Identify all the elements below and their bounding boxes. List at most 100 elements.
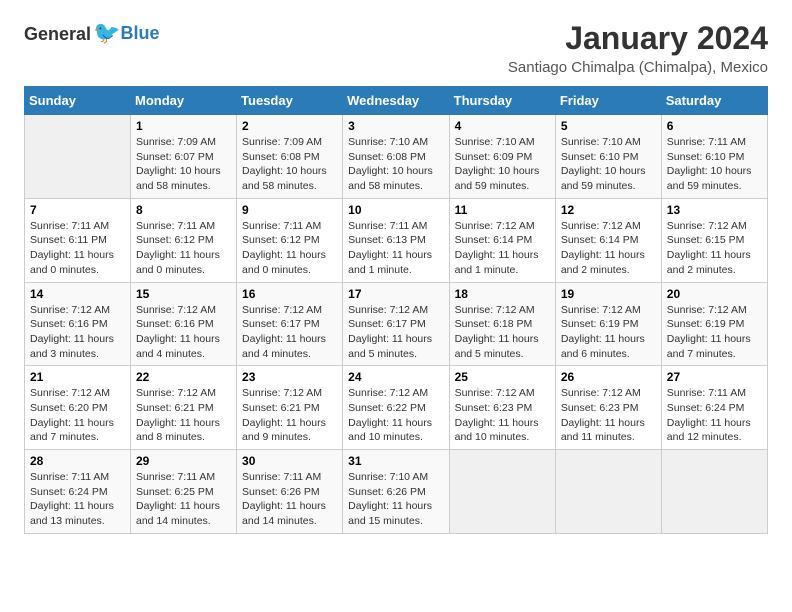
day-info: Sunrise: 7:09 AM Sunset: 6:07 PM Dayligh… [136,135,231,194]
calendar-cell: 14 Sunrise: 7:12 AM Sunset: 6:16 PM Dayli… [25,282,131,366]
day-number: 9 [242,203,337,217]
calendar-cell: 26 Sunrise: 7:12 AM Sunset: 6:23 PM Dayli… [555,366,661,450]
day-number: 19 [561,287,656,301]
day-info: Sunrise: 7:12 AM Sunset: 6:14 PM Dayligh… [561,219,656,278]
calendar-cell: 21 Sunrise: 7:12 AM Sunset: 6:20 PM Dayli… [25,366,131,450]
day-info: Sunrise: 7:10 AM Sunset: 6:26 PM Dayligh… [348,470,443,529]
day-number: 21 [30,370,125,384]
calendar-cell: 25 Sunrise: 7:12 AM Sunset: 6:23 PM Dayli… [449,366,555,450]
week-row-1: 1 Sunrise: 7:09 AM Sunset: 6:07 PM Daylig… [25,115,768,199]
calendar-cell: 6Sunrise: 7:11 AM Sunset: 6:10 PM Daylig… [661,115,767,199]
day-info: Sunrise: 7:11 AM Sunset: 6:10 PM Dayligh… [667,135,762,194]
calendar-header-row: SundayMondayTuesdayWednesdayThursdayFrid… [25,87,768,115]
logo-general-text: General [24,24,91,44]
calendar-cell: 17 Sunrise: 7:12 AM Sunset: 6:17 PM Dayli… [343,282,449,366]
calendar-cell: 28Sunrise: 7:11 AM Sunset: 6:24 PM Dayli… [25,450,131,534]
day-header-thursday: Thursday [449,87,555,115]
calendar-cell [555,450,661,534]
day-info: Sunrise: 7:12 AM Sunset: 6:19 PM Dayligh… [561,303,656,362]
day-number: 22 [136,370,231,384]
calendar-cell: 9 Sunrise: 7:11 AM Sunset: 6:12 PM Daylig… [237,198,343,282]
day-number: 18 [455,287,550,301]
calendar-cell: 22 Sunrise: 7:12 AM Sunset: 6:21 PM Dayli… [131,366,237,450]
day-number: 7 [30,203,125,217]
day-info: Sunrise: 7:11 AM Sunset: 6:24 PM Dayligh… [30,470,125,529]
calendar-cell: 19 Sunrise: 7:12 AM Sunset: 6:19 PM Dayli… [555,282,661,366]
calendar-cell: 12 Sunrise: 7:12 AM Sunset: 6:14 PM Dayli… [555,198,661,282]
calendar-cell: 5Sunrise: 7:10 AM Sunset: 6:10 PM Daylig… [555,115,661,199]
day-number: 3 [348,119,443,133]
day-number: 12 [561,203,656,217]
day-header-tuesday: Tuesday [237,87,343,115]
calendar-cell [449,450,555,534]
day-info: Sunrise: 7:11 AM Sunset: 6:25 PM Dayligh… [136,470,231,529]
week-row-3: 14 Sunrise: 7:12 AM Sunset: 6:16 PM Dayli… [25,282,768,366]
day-info: Sunrise: 7:10 AM Sunset: 6:09 PM Dayligh… [455,135,550,194]
day-info: Sunrise: 7:11 AM Sunset: 6:24 PM Dayligh… [667,386,762,445]
day-info: Sunrise: 7:10 AM Sunset: 6:08 PM Dayligh… [348,135,443,194]
day-number: 25 [455,370,550,384]
logo: General🐦 Blue [24,20,159,46]
day-number: 31 [348,454,443,468]
calendar-cell: 16Sunrise: 7:12 AM Sunset: 6:17 PM Dayli… [237,282,343,366]
day-number: 13 [667,203,762,217]
day-number: 14 [30,287,125,301]
day-info: Sunrise: 7:11 AM Sunset: 6:12 PM Dayligh… [136,219,231,278]
day-number: 11 [455,203,550,217]
calendar-cell: 1 Sunrise: 7:09 AM Sunset: 6:07 PM Daylig… [131,115,237,199]
day-info: Sunrise: 7:12 AM Sunset: 6:22 PM Dayligh… [348,386,443,445]
calendar-cell: 23 Sunrise: 7:12 AM Sunset: 6:21 PM Dayli… [237,366,343,450]
day-info: Sunrise: 7:12 AM Sunset: 6:23 PM Dayligh… [455,386,550,445]
calendar-cell: 7Sunrise: 7:11 AM Sunset: 6:11 PM Daylig… [25,198,131,282]
logo-blue-text: Blue [120,23,159,43]
day-header-saturday: Saturday [661,87,767,115]
day-info: Sunrise: 7:12 AM Sunset: 6:16 PM Dayligh… [136,303,231,362]
calendar-cell: 15Sunrise: 7:12 AM Sunset: 6:16 PM Dayli… [131,282,237,366]
week-row-5: 28Sunrise: 7:11 AM Sunset: 6:24 PM Dayli… [25,450,768,534]
day-header-friday: Friday [555,87,661,115]
calendar-cell: 3 Sunrise: 7:10 AM Sunset: 6:08 PM Daylig… [343,115,449,199]
day-info: Sunrise: 7:12 AM Sunset: 6:21 PM Dayligh… [242,386,337,445]
day-number: 5 [561,119,656,133]
day-number: 10 [348,203,443,217]
day-number: 2 [242,119,337,133]
day-info: Sunrise: 7:11 AM Sunset: 6:26 PM Dayligh… [242,470,337,529]
day-info: Sunrise: 7:12 AM Sunset: 6:15 PM Dayligh… [667,219,762,278]
calendar-cell: 31 Sunrise: 7:10 AM Sunset: 6:26 PM Dayli… [343,450,449,534]
day-number: 1 [136,119,231,133]
week-row-4: 21 Sunrise: 7:12 AM Sunset: 6:20 PM Dayli… [25,366,768,450]
calendar-cell: 27 Sunrise: 7:11 AM Sunset: 6:24 PM Dayli… [661,366,767,450]
day-number: 27 [667,370,762,384]
calendar-cell: 2 Sunrise: 7:09 AM Sunset: 6:08 PM Daylig… [237,115,343,199]
calendar-cell: 13 Sunrise: 7:12 AM Sunset: 6:15 PM Dayli… [661,198,767,282]
day-number: 4 [455,119,550,133]
calendar-cell: 8Sunrise: 7:11 AM Sunset: 6:12 PM Daylig… [131,198,237,282]
calendar-cell [25,115,131,199]
day-info: Sunrise: 7:11 AM Sunset: 6:12 PM Dayligh… [242,219,337,278]
day-number: 26 [561,370,656,384]
day-info: Sunrise: 7:09 AM Sunset: 6:08 PM Dayligh… [242,135,337,194]
day-info: Sunrise: 7:12 AM Sunset: 6:21 PM Dayligh… [136,386,231,445]
main-title: January 2024 [508,20,768,57]
day-info: Sunrise: 7:12 AM Sunset: 6:17 PM Dayligh… [348,303,443,362]
title-area: January 2024 Santiago Chimalpa (Chimalpa… [508,20,768,76]
day-info: Sunrise: 7:12 AM Sunset: 6:19 PM Dayligh… [667,303,762,362]
calendar-cell: 30 Sunrise: 7:11 AM Sunset: 6:26 PM Dayli… [237,450,343,534]
calendar-table: SundayMondayTuesdayWednesdayThursdayFrid… [24,86,768,534]
day-header-monday: Monday [131,87,237,115]
calendar-cell: 4 Sunrise: 7:10 AM Sunset: 6:09 PM Daylig… [449,115,555,199]
calendar-cell: 11 Sunrise: 7:12 AM Sunset: 6:14 PM Dayli… [449,198,555,282]
day-number: 17 [348,287,443,301]
day-header-wednesday: Wednesday [343,87,449,115]
day-info: Sunrise: 7:11 AM Sunset: 6:13 PM Dayligh… [348,219,443,278]
day-info: Sunrise: 7:12 AM Sunset: 6:17 PM Dayligh… [242,303,337,362]
day-number: 23 [242,370,337,384]
day-info: Sunrise: 7:12 AM Sunset: 6:23 PM Dayligh… [561,386,656,445]
logo-bird-icon: 🐦 [93,20,120,45]
day-info: Sunrise: 7:12 AM Sunset: 6:14 PM Dayligh… [455,219,550,278]
day-number: 30 [242,454,337,468]
day-info: Sunrise: 7:12 AM Sunset: 6:16 PM Dayligh… [30,303,125,362]
day-header-sunday: Sunday [25,87,131,115]
calendar-cell: 24Sunrise: 7:12 AM Sunset: 6:22 PM Dayli… [343,366,449,450]
day-info: Sunrise: 7:12 AM Sunset: 6:20 PM Dayligh… [30,386,125,445]
